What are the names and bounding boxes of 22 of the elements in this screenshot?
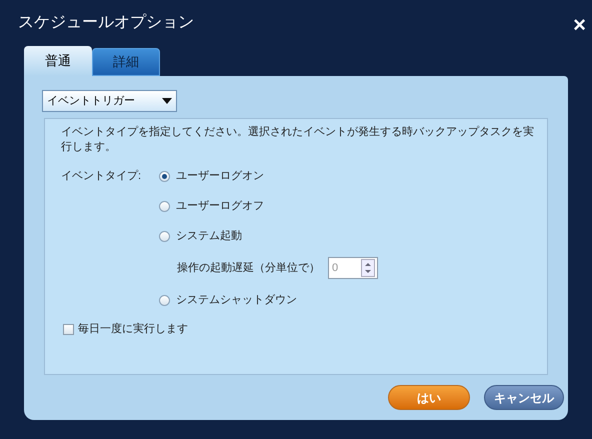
caret-icon xyxy=(162,98,172,104)
cancel-button[interactable]: キャンセル xyxy=(484,385,564,410)
close-button[interactable]: × xyxy=(573,14,586,36)
tab[interactable]: 普通 xyxy=(24,46,92,76)
radio-button[interactable] xyxy=(159,294,170,306)
window-title: スケジュールオプション xyxy=(18,12,194,33)
radio-label: システム起動 xyxy=(176,228,242,244)
checkbox[interactable] xyxy=(63,324,74,335)
delay-spin-field[interactable]: 0 xyxy=(328,257,378,279)
event-type-label: イベントタイプ: xyxy=(61,168,142,184)
radio-button[interactable] xyxy=(159,230,170,242)
tab[interactable]: 詳細 xyxy=(92,48,160,76)
radio-button[interactable] xyxy=(159,200,170,212)
checkbox-label: 毎日一度に実行します xyxy=(78,322,188,337)
radio-button[interactable] xyxy=(159,170,170,182)
description-text: イベントタイプを指定してください。選択されたイベントが発生する時バックアップタスクを実行します。 xyxy=(61,125,535,155)
radio-label: システムシャットダウン xyxy=(176,292,297,308)
event-trigger-dropdown[interactable]: イベントトリガー xyxy=(42,90,177,112)
delay-label: 操作の起動遅延（分単位で） xyxy=(177,260,320,276)
radio-label: ユーザーログオフ xyxy=(176,198,264,214)
ok-button[interactable]: はい xyxy=(388,385,470,410)
radio-label: ユーザーログオン xyxy=(176,168,264,184)
